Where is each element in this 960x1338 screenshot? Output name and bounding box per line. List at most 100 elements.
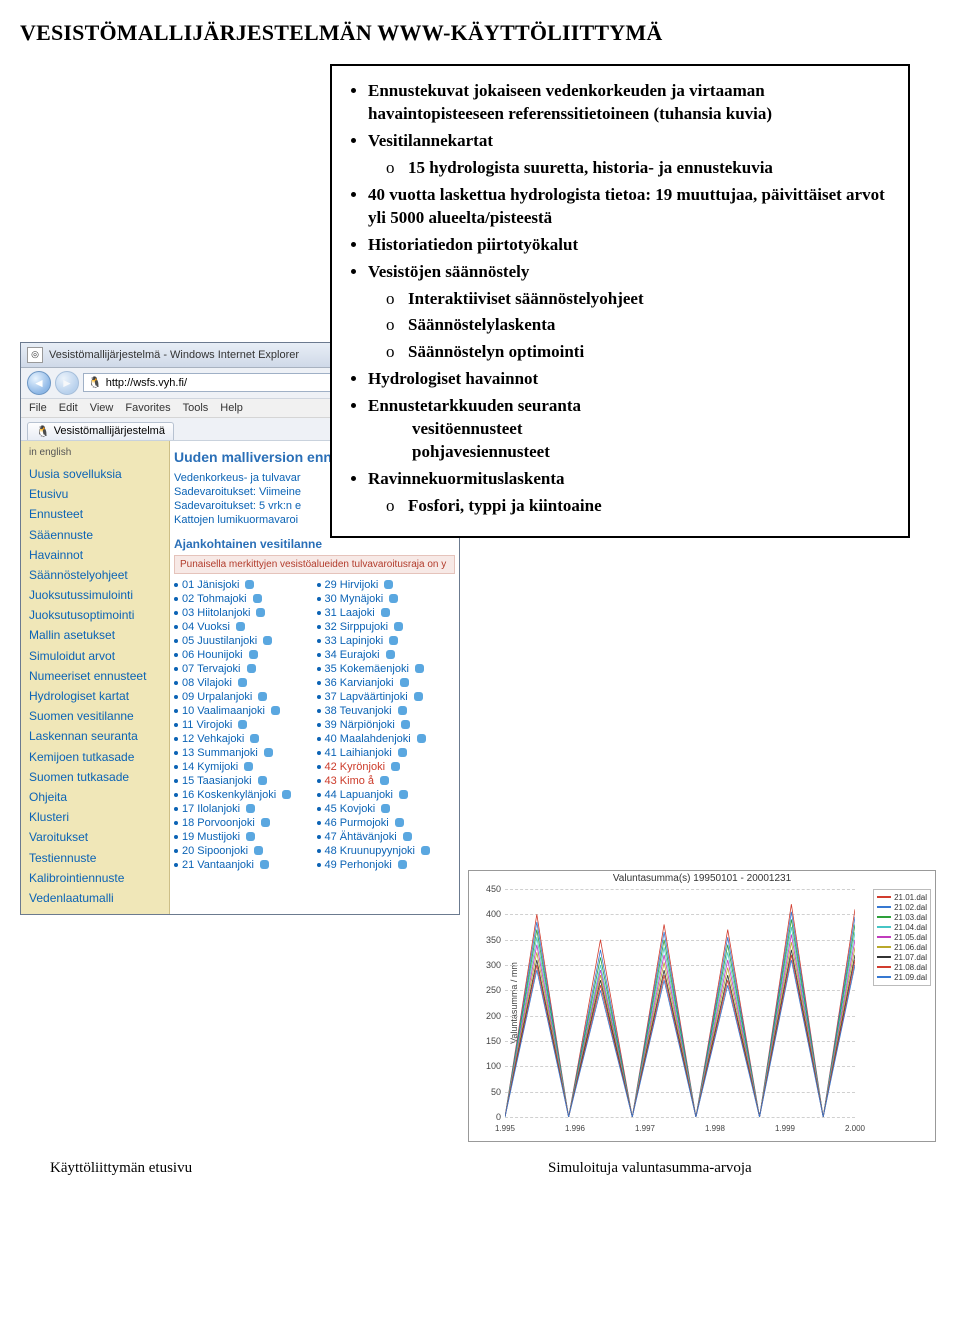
status-icon [417, 734, 426, 743]
penguin-icon: 🐧 [36, 425, 50, 438]
river-link[interactable]: 10 Vaalimaanjoki [174, 704, 313, 718]
river-link[interactable]: 44 Lapuanjoki [317, 788, 456, 802]
sidebar-item[interactable]: Uusia sovelluksia [21, 464, 169, 484]
y-tick-label: 450 [475, 884, 501, 894]
status-icon [381, 608, 390, 617]
y-tick-label: 200 [475, 1011, 501, 1021]
legend-swatch [877, 906, 891, 908]
forward-button[interactable]: ► [55, 371, 79, 395]
sidebar-item[interactable]: Mallin asetukset [21, 625, 169, 645]
status-icon [389, 636, 398, 645]
sidebar-item[interactable]: Varoitukset [21, 827, 169, 847]
sidebar-item[interactable]: Juoksutussimulointi [21, 585, 169, 605]
status-icon [253, 594, 262, 603]
river-link[interactable]: 01 Jänisjoki [174, 578, 313, 592]
river-link[interactable]: 02 Tohmajoki [174, 592, 313, 606]
river-link[interactable]: 04 Vuoksi [174, 620, 313, 634]
sidebar-item[interactable]: Simuloidut arvot [21, 646, 169, 666]
river-link[interactable]: 05 Juustilanjoki [174, 634, 313, 648]
status-icon [244, 762, 253, 771]
river-link[interactable]: 15 Taasianjoki [174, 774, 313, 788]
river-link[interactable]: 34 Eurajoki [317, 648, 456, 662]
river-link[interactable]: 36 Karvianjoki [317, 676, 456, 690]
sidebar-item[interactable]: Klusteri [21, 807, 169, 827]
sidebar-item[interactable]: Numeeriset ennusteet [21, 666, 169, 686]
menu-view[interactable]: View [90, 402, 114, 414]
menu-favorites[interactable]: Favorites [125, 402, 170, 414]
browser-tab[interactable]: 🐧 Vesistömallijärjestelmä [27, 422, 174, 440]
sidebar-item[interactable]: Suomen vesitilanne [21, 706, 169, 726]
river-link[interactable]: 20 Sipoonjoki [174, 844, 313, 858]
river-link[interactable]: 18 Porvoonjoki [174, 816, 313, 830]
sidebar-item[interactable]: Juoksutusoptimointi [21, 605, 169, 625]
sidebar-item[interactable]: Laskennan seuranta [21, 726, 169, 746]
river-link[interactable]: 49 Perhonjoki [317, 858, 456, 872]
bullet-icon [317, 835, 321, 839]
river-link[interactable]: 33 Lapinjoki [317, 634, 456, 648]
river-link[interactable]: 40 Maalahdenjoki [317, 732, 456, 746]
info-item-label: Ennustetarkkuuden seuranta [368, 396, 581, 415]
river-link[interactable]: 07 Tervajoki [174, 662, 313, 676]
river-link[interactable]: 30 Mynäjoki [317, 592, 456, 606]
river-link[interactable]: 39 Närpiönjoki [317, 718, 456, 732]
bullet-icon [174, 849, 178, 853]
sidebar-item[interactable]: Kalibrointiennuste [21, 868, 169, 888]
river-link[interactable]: 29 Hirvijoki [317, 578, 456, 592]
river-link[interactable]: 21 Vantaanjoki [174, 858, 313, 872]
bullet-icon [174, 681, 178, 685]
menu-tools[interactable]: Tools [183, 402, 209, 414]
sidebar-item[interactable]: Testiennuste [21, 848, 169, 868]
bullet-icon [174, 709, 178, 713]
menu-help[interactable]: Help [220, 402, 243, 414]
river-label: 19 Mustijoki [182, 831, 240, 843]
status-icon [246, 832, 255, 841]
river-link[interactable]: 11 Virojoki [174, 718, 313, 732]
river-link[interactable]: 32 Sirppujoki [317, 620, 456, 634]
river-label: 10 Vaalimaanjoki [182, 705, 265, 717]
bullet-icon [174, 779, 178, 783]
river-link[interactable]: 19 Mustijoki [174, 830, 313, 844]
river-link[interactable]: 09 Urpalanjoki [174, 690, 313, 704]
river-link[interactable]: 43 Kimo å [317, 774, 456, 788]
river-label: 44 Lapuanjoki [325, 789, 394, 801]
bullet-icon [317, 751, 321, 755]
sidebar-item[interactable]: Hydrologiset kartat [21, 686, 169, 706]
sidebar-item[interactable]: Havainnot [21, 545, 169, 565]
back-button[interactable]: ◄ [27, 371, 51, 395]
river-link[interactable]: 46 Purmojoki [317, 816, 456, 830]
river-link[interactable]: 12 Vehkajoki [174, 732, 313, 746]
sidebar-item[interactable]: Kemijoen tutkasade [21, 747, 169, 767]
menu-edit[interactable]: Edit [59, 402, 78, 414]
legend-entry: 21.05.dal [877, 933, 927, 942]
river-link[interactable]: 06 Hounijoki [174, 648, 313, 662]
river-link[interactable]: 08 Vilajoki [174, 676, 313, 690]
river-link[interactable]: 14 Kymijoki [174, 760, 313, 774]
sidebar-item[interactable]: Etusivu [21, 484, 169, 504]
sidebar-item[interactable]: Sääennuste [21, 525, 169, 545]
sidebar-item[interactable]: Ohjeita [21, 787, 169, 807]
river-link[interactable]: 17 Ilolanjoki [174, 802, 313, 816]
river-link[interactable]: 48 Kruunupyynjoki [317, 844, 456, 858]
menu-file[interactable]: File [29, 402, 47, 414]
river-link[interactable]: 03 Hiitolanjoki [174, 606, 313, 620]
river-link[interactable]: 45 Kovjoki [317, 802, 456, 816]
river-link[interactable]: 31 Laajoki [317, 606, 456, 620]
river-link[interactable]: 47 Ähtävänjoki [317, 830, 456, 844]
penguin-icon: 🐧 [88, 376, 102, 389]
river-link[interactable]: 41 Laihianjoki [317, 746, 456, 760]
sidebar-item[interactable]: Säännöstelyohjeet [21, 565, 169, 585]
river-link[interactable]: 16 Koskenkylänjoki [174, 788, 313, 802]
river-link[interactable]: 38 Teuvanjoki [317, 704, 456, 718]
river-link[interactable]: 13 Summanjoki [174, 746, 313, 760]
sidebar-item[interactable]: Vedenlaatumalli [21, 888, 169, 908]
info-sub: vesitöennusteet [368, 418, 892, 441]
sidebar-item[interactable]: Suomen tutkasade [21, 767, 169, 787]
language-link[interactable]: in english [21, 447, 169, 464]
river-link[interactable]: 35 Kokemäenjoki [317, 662, 456, 676]
legend-swatch [877, 896, 891, 898]
river-label: 15 Taasianjoki [182, 775, 252, 787]
sidebar-item[interactable]: Ennusteet [21, 504, 169, 524]
river-link[interactable]: 37 Lapväärtinjoki [317, 690, 456, 704]
river-label: 07 Tervajoki [182, 663, 241, 675]
river-link[interactable]: 42 Kyrönjoki [317, 760, 456, 774]
